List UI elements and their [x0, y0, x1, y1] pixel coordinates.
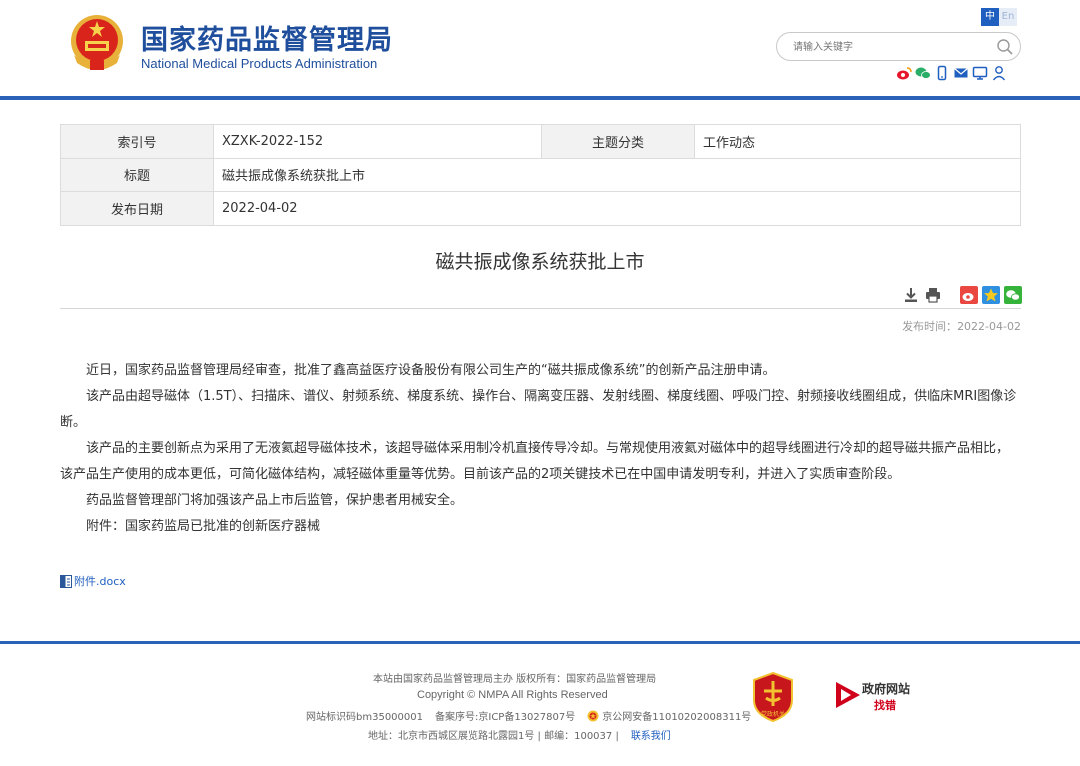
meta-index-value: XZXK-2022-152	[213, 124, 542, 159]
article-tools	[902, 286, 1022, 304]
share-wechat-icon[interactable]	[1004, 286, 1022, 304]
article-paragraph: 药品监督管理部门将加强该产品上市后监管，保护患者用械安全。	[86, 493, 464, 508]
weibo-icon[interactable]	[896, 65, 912, 81]
lang-zh-button[interactable]: 中	[981, 8, 999, 26]
table-row: 发布日期 2022-04-02	[60, 191, 1021, 226]
meta-title-label: 标题	[60, 157, 214, 192]
article-paragraph: 附件：国家药监局已批准的创新医疗器械	[86, 519, 321, 534]
police-badge-icon	[587, 710, 599, 721]
share-qzone-icon[interactable]	[982, 286, 1000, 304]
national-emblem-icon[interactable]	[68, 13, 126, 73]
footer-site-id: 网站标识码bm35000001	[306, 712, 423, 723]
footer-address: 地址：北京市西城区展览路北露园1号 | 邮编：100037 | 联系我们	[368, 727, 671, 742]
article-meta-table: 索引号 XZXK-2022-152 主题分类 工作动态 标题 磁共振成像系统获批…	[60, 124, 1021, 226]
meta-category-value: 工作动态	[694, 124, 1021, 159]
download-icon[interactable]	[902, 286, 920, 304]
tools-spacer	[946, 286, 956, 304]
meta-category-label: 主题分类	[541, 124, 695, 159]
footer-copyright: Copyright © NMPA All Rights Reserved	[417, 689, 608, 701]
meta-date-label: 发布日期	[60, 191, 214, 226]
site-header: 国家药品监督管理局 National Medical Products Admi…	[0, 0, 1080, 100]
gov-badge-title: 政府网站	[862, 682, 911, 696]
search-input[interactable]	[793, 38, 993, 56]
wechat-icon[interactable]	[915, 65, 931, 81]
footer-sponsor: 本站由国家药品监督管理局主办 版权所有：国家药品监督管理局	[373, 674, 657, 685]
search-icon[interactable]	[996, 38, 1014, 56]
language-switch: 中 En	[981, 8, 1017, 26]
meta-title-value: 磁共振成像系统获批上市	[213, 157, 1021, 192]
publish-time-value: 2022-04-02	[957, 320, 1021, 333]
gov-website-error-badge[interactable]: 政府网站 找错	[834, 678, 914, 712]
article-body: 近日，国家药品监督管理局经审查，批准了鑫高益医疗设备股份有限公司生产的“磁共振成…	[60, 358, 1021, 540]
article-paragraph: 近日，国家药品监督管理局经审查，批准了鑫高益医疗设备股份有限公司生产的“磁共振成…	[86, 363, 776, 378]
print-icon[interactable]	[924, 286, 942, 304]
attachment-link[interactable]: 附件.docx	[60, 573, 126, 589]
social-links	[896, 65, 1007, 81]
publish-time-label: 发布时间：	[902, 320, 958, 333]
mail-icon[interactable]	[953, 65, 969, 81]
table-row: 索引号 XZXK-2022-152 主题分类 工作动态	[60, 124, 1021, 159]
contact-us-link[interactable]: 联系我们	[631, 731, 671, 742]
attachment-name[interactable]: 附件.docx	[74, 573, 126, 589]
meta-index-label: 索引号	[60, 124, 214, 159]
party-badge-text: 党政机关	[761, 710, 785, 718]
article-paragraph: 该产品由超导磁体（1.5T）、扫描床、谱仪、射频系统、梯度系统、操作台、隔离变压…	[60, 389, 1017, 430]
publish-time: 发布时间：2022-04-02	[900, 318, 1021, 334]
share-weibo-icon[interactable]	[960, 286, 978, 304]
table-row: 标题 磁共振成像系统获批上市	[60, 157, 1021, 192]
gov-badge-subtitle: 找错	[874, 699, 896, 712]
lang-en-button[interactable]: En	[999, 8, 1017, 26]
footer-address-text: 地址：北京市西城区展览路北露园1号 | 邮编：100037 |	[368, 731, 619, 742]
footer-registration: 网站标识码bm35000001 备案序号:京ICP备13027807号 京公网安…	[306, 708, 751, 723]
article-paragraph: 该产品的主要创新点为采用了无液氦超导磁体技术，该超导磁体采用制冷机直接传导冷却。…	[60, 441, 1010, 482]
gov-badge-icon	[836, 682, 860, 708]
search-box	[776, 32, 1021, 61]
site-logo-cn[interactable]: 国家药品监督管理局	[141, 18, 393, 57]
party-government-badge-icon[interactable]: 党政机关	[752, 672, 794, 722]
mobile-icon[interactable]	[934, 65, 950, 81]
footer-police[interactable]: 京公网安备11010202008311号	[602, 708, 751, 723]
user-icon[interactable]	[991, 65, 1007, 81]
footer-icp[interactable]: 备案序号:京ICP备13027807号	[435, 708, 575, 723]
meta-date-value: 2022-04-02	[213, 191, 1021, 226]
header-divider-bar	[0, 96, 1080, 100]
monitor-icon[interactable]	[972, 65, 988, 81]
site-footer: 本站由国家药品监督管理局主办 版权所有：国家药品监督管理局 Copyright …	[0, 644, 1080, 766]
article-divider	[60, 308, 1021, 309]
article-title: 磁共振成像系统获批上市	[435, 251, 645, 273]
word-doc-icon	[60, 574, 72, 588]
site-logo-en[interactable]: National Medical Products Administration	[141, 56, 377, 71]
